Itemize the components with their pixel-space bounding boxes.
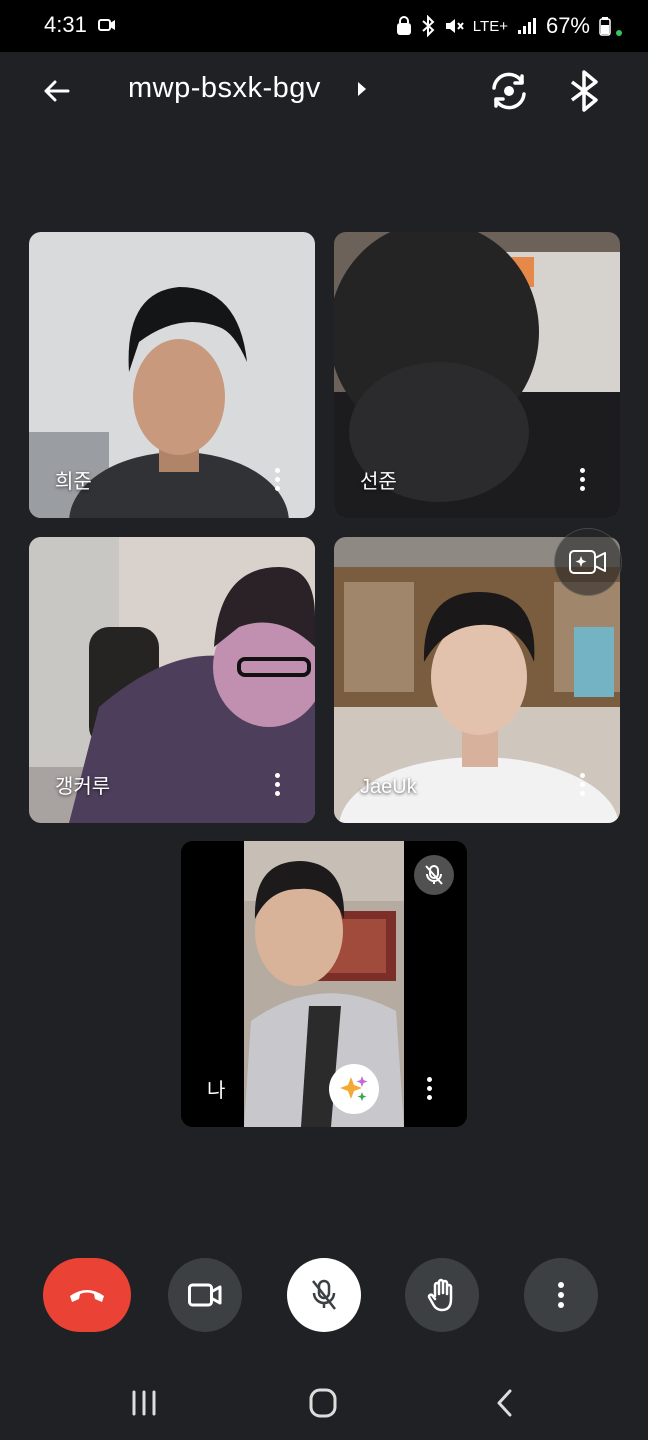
participant-name: 갱커루 <box>55 776 111 798</box>
caret-right-icon[interactable] <box>356 80 368 98</box>
participant-name: 희준 <box>55 471 92 493</box>
back-arrow-icon[interactable] <box>36 70 78 112</box>
recent-apps-icon[interactable] <box>124 1386 164 1420</box>
bluetooth-icon[interactable] <box>566 68 602 114</box>
status-bar: 4:31 LTE+ 67% <box>0 0 648 52</box>
mute-icon <box>445 19 464 33</box>
participant-tile[interactable]: 갱커루 <box>29 537 315 823</box>
raise-hand-button[interactable] <box>405 1258 479 1332</box>
participant-name: JaeUk <box>360 776 417 798</box>
switch-camera-icon[interactable] <box>486 68 532 114</box>
mic-off-icon <box>312 1279 336 1310</box>
camera-sparkle-icon <box>569 550 606 574</box>
system-nav-bar <box>0 1366 648 1440</box>
more-vert-icon[interactable] <box>267 468 287 494</box>
status-icons: LTE+ 67% <box>396 10 622 42</box>
battery-dot <box>616 30 622 36</box>
camera-toggle-button[interactable] <box>168 1258 242 1332</box>
back-icon[interactable] <box>486 1386 526 1420</box>
visual-effects-button[interactable] <box>554 528 622 596</box>
mic-toggle-button[interactable] <box>287 1258 361 1332</box>
lock-icon <box>396 16 411 35</box>
battery-percent: 67% <box>545 13 590 38</box>
network-type: LTE+ <box>472 17 508 35</box>
raise-hand-icon <box>427 1278 453 1312</box>
participant-name: 선준 <box>360 471 397 493</box>
participant-tile[interactable]: 희준 <box>29 232 315 518</box>
more-vert-icon[interactable] <box>572 468 592 494</box>
camera-icon <box>188 1283 222 1307</box>
end-call-icon <box>70 1290 104 1302</box>
more-vert-icon[interactable] <box>572 773 592 799</box>
more-vert-icon <box>558 1282 564 1308</box>
self-name: 나 <box>207 1080 226 1102</box>
more-vert-icon[interactable] <box>419 1077 439 1103</box>
mic-off-icon <box>414 855 454 895</box>
battery-icon <box>599 17 611 36</box>
meeting-code[interactable]: mwp-bsxk-bgv <box>128 72 321 105</box>
participant-tile[interactable]: 선준 <box>334 232 620 518</box>
app-bar: mwp-bsxk-bgv <box>0 52 648 128</box>
bluetooth-icon <box>422 15 435 37</box>
status-time: 4:31 <box>44 12 87 37</box>
signal-icon <box>517 18 536 34</box>
home-icon[interactable] <box>303 1386 343 1420</box>
more-options-button[interactable] <box>524 1258 598 1332</box>
sparkle-effects-icon[interactable] <box>329 1064 379 1114</box>
end-call-button[interactable] <box>43 1258 131 1332</box>
more-vert-icon[interactable] <box>267 773 287 799</box>
video-record-icon <box>98 19 115 31</box>
